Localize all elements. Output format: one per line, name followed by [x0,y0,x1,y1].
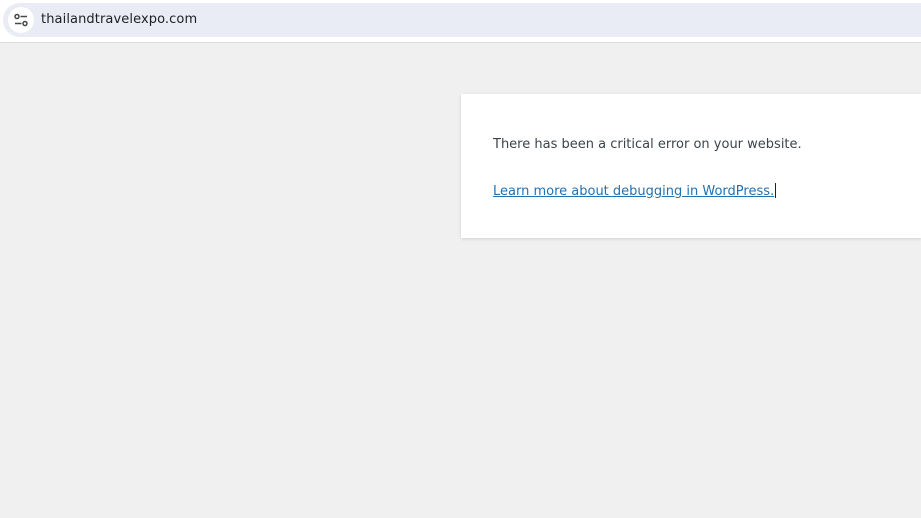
url-text[interactable]: thailandtravelexpo.com [41,12,197,27]
page-viewport: There has been a critical error on your … [0,43,921,518]
error-message: There has been a critical error on your … [493,137,802,152]
debugging-link[interactable]: Learn more about debugging in WordPress. [493,183,777,199]
address-bar[interactable]: thailandtravelexpo.com [3,3,921,37]
text-cursor [775,183,777,198]
error-card: There has been a critical error on your … [461,94,921,238]
tune-icon [14,13,28,27]
site-info-button[interactable] [8,7,34,33]
browser-toolbar: thailandtravelexpo.com [0,0,921,43]
debugging-link-label: Learn more about debugging in WordPress. [493,184,775,199]
